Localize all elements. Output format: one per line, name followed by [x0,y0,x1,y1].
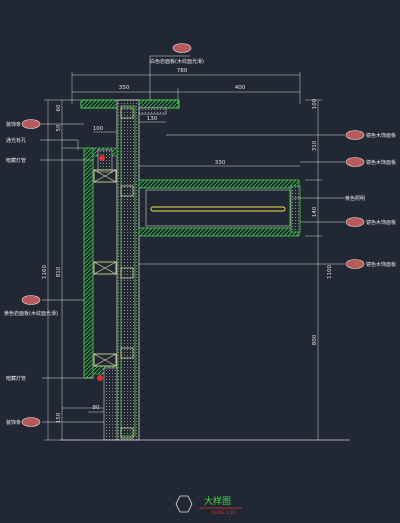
dim-bottom-80: 80 [93,405,100,411]
dim-cap-130: 130 [147,116,158,122]
bubble-left-6 [21,417,41,427]
drawing-scale: SCALE 1:10 [212,510,236,515]
dim-top-small-a: 60 [56,104,62,111]
dim-right-140: 140 [312,206,318,217]
label-left-6: 装饰条 [6,419,21,426]
light-fixture-lower-x [93,353,117,367]
bubble-top-center [172,43,192,53]
light-fixture-middle-x [93,261,117,275]
title-block: 大样图 SCALE 1:10 [175,495,242,515]
left-panel [83,147,94,379]
side-box-inner [145,189,291,227]
bubble-right-2 [345,157,365,167]
title-hexagon [175,495,193,513]
label-top-center: 白色岩面板(木纹面光滑) [150,58,204,65]
dim-right-800: 800 [312,334,318,345]
dim-top-small-b: 50 [56,124,62,131]
left-bottom-column [103,367,118,441]
bubble-left-4 [21,295,41,305]
label-right-1: 镜色木饰面板 [366,132,396,139]
dim-top-right-small: 100 [312,98,318,109]
bubble-right-1 [345,130,365,140]
label-right-2: 镜色木饰面板 [366,159,396,166]
bulb-lower [97,375,103,381]
dim-left-1160: 1160 [42,265,48,279]
left-upper-column [97,149,113,173]
drawing-title: 大样图 [204,495,231,507]
side-box-bottom [138,227,300,237]
cad-detail-drawing: 780 350 400 130 100 330 80 1160 810 150 … [4,43,396,515]
label-left-1: 装饰条 [6,121,21,128]
bubble-right-4 [345,217,365,227]
bulb-upper [99,155,105,161]
label-right-4: 镜色木饰面板 [366,219,396,226]
label-left-2: 通光有孔 [6,137,26,144]
dim-box-330: 330 [215,160,226,166]
side-box-end [290,185,301,233]
label-right-3: 黄色照明 [345,195,365,202]
top-cap-drop [137,107,167,115]
annotation-labels: 白色岩面板(木纹面光滑) 装饰条 通光有孔 暗藏灯管 黄色岩面板(木纹面光滑) … [4,58,396,426]
vertical-post [116,99,140,441]
label-left-4: 黄色岩面板(木纹面光滑) [4,310,58,317]
bubble-left-1 [21,119,41,129]
side-box-top [138,179,300,189]
label-left-5: 暗藏灯管 [6,375,26,382]
label-left-3: 暗藏灯管 [6,157,26,164]
label-right-5: 镜色木饰面板 [366,261,396,268]
dim-left-810: 810 [56,266,62,277]
dim-right-1100: 1100 [327,265,333,279]
side-box-light-strip [150,206,286,212]
dim-left-150: 150 [56,412,62,423]
dim-top-total: 780 [177,68,188,74]
dim-top-right: 400 [235,85,246,91]
wall-structure [60,99,350,441]
dim-top-left: 350 [119,85,130,91]
dim-right-310: 310 [312,140,318,151]
bubble-right-5 [345,259,365,269]
dim-cap-100: 100 [93,126,104,132]
